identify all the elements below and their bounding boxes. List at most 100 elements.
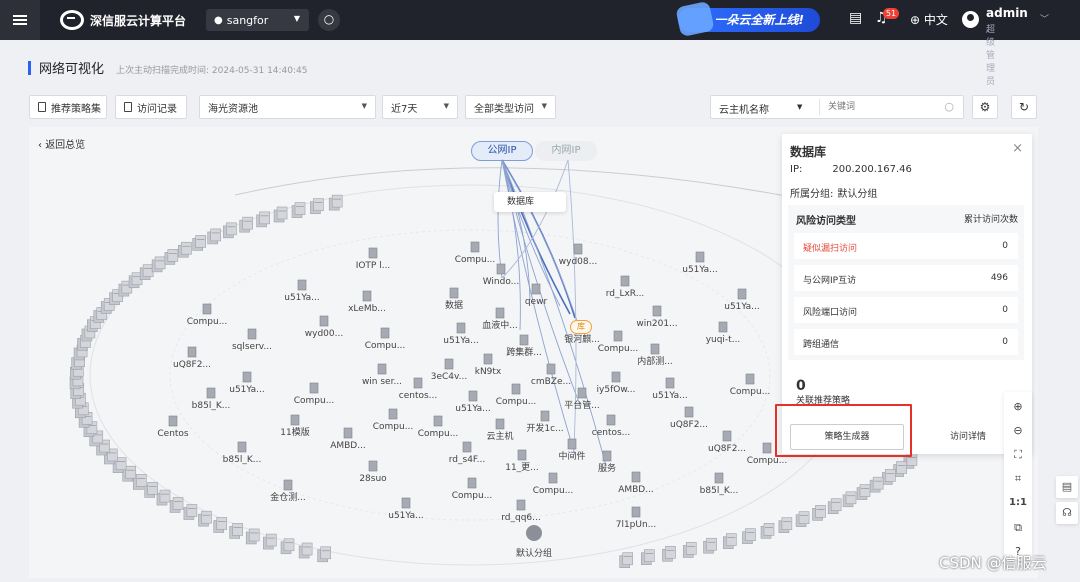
host-node[interactable]: b85l_K...: [192, 387, 231, 411]
host-node[interactable]: yuqi-t...: [706, 321, 741, 345]
host-node[interactable]: iy5fOw...: [597, 371, 636, 395]
host-node[interactable]: uQ8F2...: [708, 430, 746, 454]
host-node[interactable]: 开发1c...: [526, 410, 564, 434]
host-node[interactable]: 平台管...: [564, 387, 600, 411]
zoom-in-icon[interactable]: ⊕: [1004, 400, 1032, 413]
host-node[interactable]: cmBZe...: [531, 363, 571, 387]
host-node[interactable]: u51Ya...: [455, 390, 491, 414]
server-stack-icon[interactable]: [156, 489, 171, 506]
host-node[interactable]: u51Ya...: [724, 288, 760, 312]
host-node[interactable]: AMBD...: [618, 471, 654, 495]
server-stack-icon[interactable]: [842, 491, 857, 508]
access-detail-button[interactable]: 访问详情: [918, 424, 1018, 450]
host-node[interactable]: Compu...: [533, 472, 574, 496]
host-node[interactable]: Compu...: [187, 303, 228, 327]
server-stack-icon[interactable]: [795, 511, 810, 527]
host-node[interactable]: Compu...: [730, 373, 771, 397]
host-node[interactable]: 数据: [445, 287, 463, 311]
host-node[interactable]: win201...: [636, 305, 678, 329]
host-node[interactable]: kN9tx: [475, 353, 502, 377]
server-stack-icon[interactable]: [198, 510, 212, 527]
host-node[interactable]: u51Ya...: [682, 251, 718, 275]
server-stack-icon[interactable]: [619, 552, 634, 569]
server-stack-icon[interactable]: [280, 538, 295, 555]
host-node[interactable]: wyd08...: [559, 243, 597, 267]
host-node[interactable]: rd_qq6...: [501, 499, 541, 523]
fit-screen-icon[interactable]: ⛶: [1004, 448, 1032, 462]
host-node[interactable]: u51Ya...: [229, 371, 265, 395]
server-stack-icon[interactable]: [245, 528, 260, 545]
server-stack-icon[interactable]: [164, 249, 179, 265]
server-stack-icon[interactable]: [812, 505, 826, 521]
host-node[interactable]: centos...: [592, 414, 631, 438]
server-stack-icon[interactable]: [310, 198, 324, 214]
close-icon[interactable]: ×: [1012, 141, 1023, 156]
host-node[interactable]: u51Ya...: [388, 497, 424, 521]
host-node[interactable]: Compu...: [598, 330, 639, 354]
host-node[interactable]: 3eC4v...: [431, 358, 467, 382]
server-stack-icon[interactable]: [662, 545, 676, 562]
server-stack-icon[interactable]: [223, 222, 237, 239]
server-stack-icon[interactable]: [827, 498, 842, 515]
server-stack-icon[interactable]: [239, 216, 254, 233]
host-node[interactable]: 中间件: [558, 438, 586, 462]
host-node[interactable]: 服务: [598, 450, 616, 474]
host-node[interactable]: qewr: [525, 283, 548, 307]
host-node[interactable]: u51Ya...: [443, 322, 479, 346]
host-node[interactable]: Compu...: [455, 241, 496, 265]
fullscreen-icon[interactable]: ⌗: [1004, 472, 1032, 486]
host-node[interactable]: 7l1pUn...: [616, 506, 657, 530]
host-node[interactable]: uQ8F2...: [173, 346, 211, 370]
server-stack-icon[interactable]: [213, 517, 228, 533]
host-node[interactable]: Windo...: [483, 263, 520, 287]
host-node[interactable]: b85l_K...: [700, 472, 739, 496]
host-node[interactable]: Compu...: [365, 327, 406, 351]
server-stack-icon[interactable]: [256, 211, 270, 228]
host-node[interactable]: 血液中...: [482, 307, 518, 331]
host-node[interactable]: win ser...: [362, 363, 402, 387]
server-stack-icon[interactable]: [640, 549, 655, 565]
server-stack-icon[interactable]: [207, 228, 222, 245]
server-stack-icon[interactable]: [229, 523, 243, 539]
host-node[interactable]: 云主机: [486, 418, 514, 442]
host-node[interactable]: b85l_K...: [223, 441, 262, 465]
host-node[interactable]: uQ8F2...: [670, 406, 708, 430]
server-stack-icon[interactable]: [760, 523, 775, 539]
host-node[interactable]: u51Ya...: [652, 377, 688, 401]
server-stack-icon[interactable]: [192, 235, 207, 251]
server-stack-icon[interactable]: [139, 264, 154, 280]
host-node[interactable]: 11模版: [280, 414, 310, 438]
server-stack-icon[interactable]: [263, 533, 277, 550]
server-stack-icon[interactable]: [169, 497, 184, 513]
host-node[interactable]: 金仓测...: [270, 479, 306, 503]
server-stack-icon[interactable]: [682, 542, 697, 558]
server-stack-icon[interactable]: [151, 256, 166, 273]
zoom-out-icon[interactable]: ⊖: [1004, 424, 1032, 437]
group-node-icon[interactable]: [526, 525, 542, 541]
feedback-icon[interactable]: ▤: [1056, 476, 1078, 498]
server-stack-icon[interactable]: [273, 206, 288, 223]
host-node[interactable]: 跨集群...: [506, 334, 542, 358]
host-node[interactable]: rd_LxR...: [606, 275, 645, 299]
server-stack-icon[interactable]: [778, 517, 793, 533]
server-stack-icon[interactable]: [144, 482, 159, 498]
host-node[interactable]: Compu...: [418, 415, 459, 439]
server-stack-icon[interactable]: [856, 484, 871, 500]
server-stack-icon[interactable]: [183, 504, 198, 520]
actual-size-icon[interactable]: 1:1: [1004, 497, 1032, 508]
server-stack-icon[interactable]: [869, 476, 884, 493]
support-headset-icon[interactable]: ☊: [1056, 502, 1078, 524]
host-node[interactable]: 内部测...: [637, 343, 673, 367]
server-stack-icon[interactable]: [328, 194, 343, 211]
host-node[interactable]: u51Ya...: [284, 279, 320, 303]
host-node[interactable]: 28suo: [359, 460, 387, 484]
server-stack-icon[interactable]: [882, 469, 896, 485]
server-stack-icon[interactable]: [703, 537, 717, 554]
host-node[interactable]: xLeMb...: [348, 290, 386, 314]
host-node[interactable]: Compu...: [496, 383, 537, 407]
host-node[interactable]: AMBD...: [330, 427, 366, 451]
server-stack-icon[interactable]: [291, 202, 306, 218]
host-node[interactable]: Compu...: [452, 477, 493, 501]
server-stack-icon[interactable]: [178, 241, 192, 258]
host-node[interactable]: sqlserv...: [232, 328, 272, 352]
